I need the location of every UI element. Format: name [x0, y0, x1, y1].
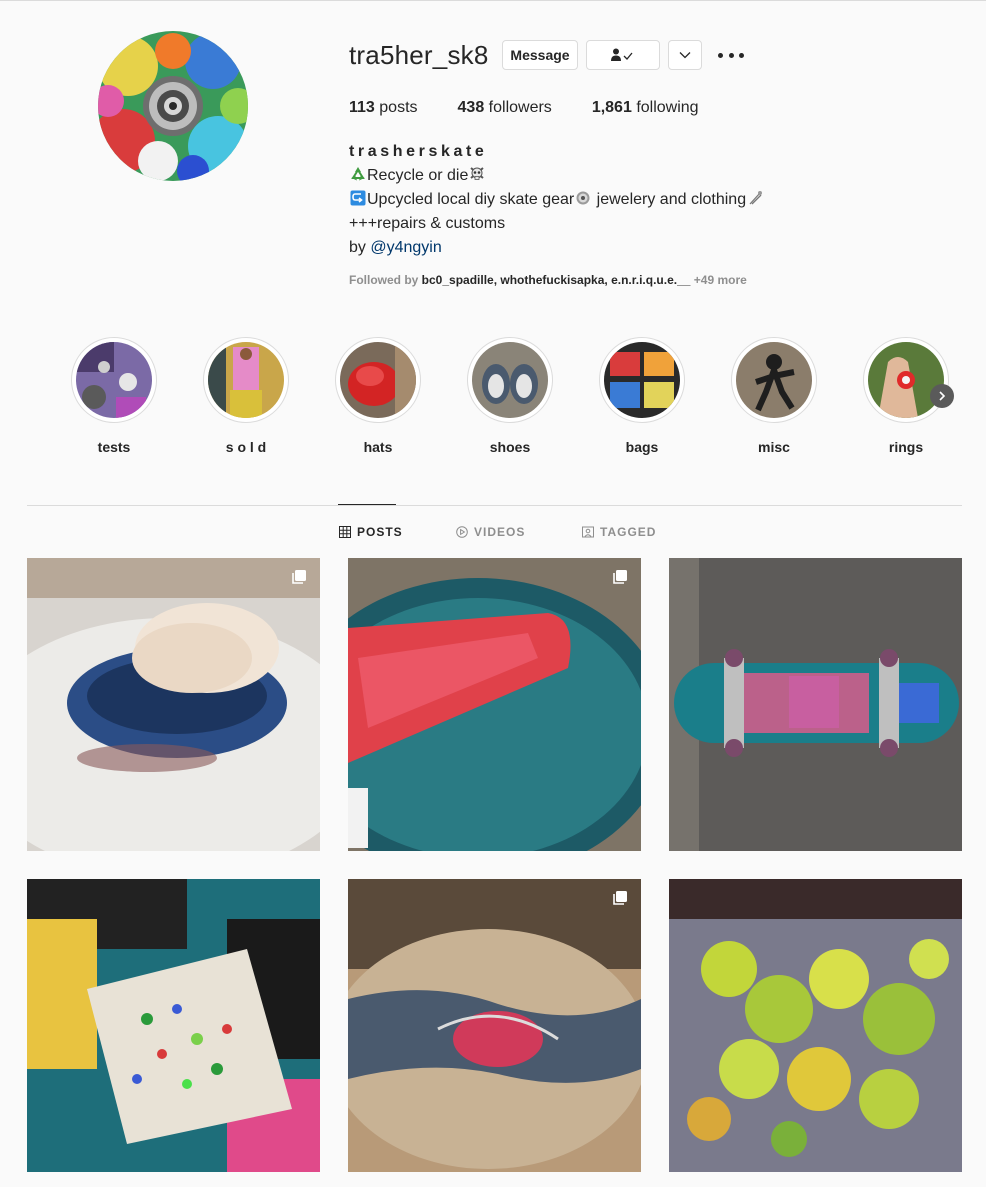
multiple-photos-icon — [613, 891, 627, 905]
highlight-tests[interactable]: tests — [71, 337, 157, 455]
suggested-accounts-button[interactable] — [668, 40, 702, 70]
followers-stat[interactable]: 438 followers — [458, 99, 552, 117]
message-button[interactable]: Message — [502, 40, 578, 70]
highlight-cover — [340, 342, 416, 418]
profile-avatar[interactable] — [98, 31, 248, 181]
safety-pin-icon — [749, 191, 763, 205]
multiple-photos-icon — [613, 570, 627, 584]
profile-username: tra5her_sk8 — [349, 40, 489, 70]
gear-icon — [576, 191, 590, 205]
multiple-photos-icon — [292, 570, 306, 584]
avatar-image — [98, 31, 248, 181]
chevron-down-icon — [679, 52, 691, 59]
highlight-cover — [736, 342, 812, 418]
bio-line-2: Upcycled local diy skate gear jewelery a… — [349, 188, 764, 212]
highlight-label: hats — [363, 439, 393, 455]
highlight-label: bags — [625, 439, 659, 455]
highlight-sold[interactable]: s o l d — [203, 337, 289, 455]
tabs-divider — [27, 505, 962, 506]
top-border — [0, 0, 986, 1]
skull-icon — [470, 167, 485, 180]
post-image — [27, 879, 320, 1172]
highlight-misc[interactable]: misc — [731, 337, 817, 455]
profile-stats: 113 posts 438 followers 1,861 following — [349, 99, 739, 117]
grid-icon — [339, 526, 351, 538]
bio-line-1: Recycle or die — [349, 164, 764, 188]
profile-full-name: trasherskate — [349, 143, 488, 160]
highlight-label: tests — [97, 439, 131, 455]
post-image — [669, 558, 962, 851]
highlight-shoes[interactable]: shoes — [467, 337, 553, 455]
chevron-right-icon — [939, 391, 946, 401]
following-stat[interactable]: 1,861 following — [592, 99, 699, 117]
post-item[interactable] — [27, 558, 320, 851]
tab-videos[interactable]: VIDEOS — [456, 525, 525, 539]
posts-stat: 113 posts — [349, 99, 418, 116]
highlights-next-button[interactable] — [930, 384, 954, 408]
bio-line-3: +++repairs & customs — [349, 215, 506, 232]
recycle-icon — [351, 167, 365, 181]
post-item[interactable] — [27, 879, 320, 1172]
post-image — [27, 558, 320, 851]
highlight-cover — [208, 342, 284, 418]
tab-posts[interactable]: POSTS — [339, 525, 403, 539]
bio-mention-link[interactable]: @y4ngyin — [370, 239, 441, 256]
person-check-icon — [611, 48, 633, 61]
highlight-label: rings — [888, 439, 924, 455]
highlight-cover — [472, 342, 548, 418]
highlight-bags[interactable]: bags — [599, 337, 685, 455]
highlight-cover — [868, 342, 944, 418]
post-item[interactable] — [348, 558, 641, 851]
arrow-icon — [350, 190, 366, 206]
post-image — [669, 879, 962, 1172]
active-tab-indicator — [338, 504, 396, 505]
highlight-cover — [76, 342, 152, 418]
highlight-label: misc — [758, 439, 790, 455]
post-item[interactable] — [348, 879, 641, 1172]
highlight-cover — [604, 342, 680, 418]
profile-bio: trasherskate Recycle or die Upcycled loc… — [349, 140, 764, 260]
post-item[interactable] — [669, 558, 962, 851]
bio-line-4: by @y4ngyin — [349, 239, 442, 256]
post-item[interactable] — [669, 879, 962, 1172]
following-button[interactable] — [586, 40, 660, 70]
play-icon — [456, 526, 468, 538]
post-image — [348, 879, 641, 1172]
tag-icon — [582, 526, 594, 538]
post-image — [348, 558, 641, 851]
followed-by[interactable]: Followed by bc0_spadille, whothefuckisap… — [349, 273, 747, 287]
highlight-label: shoes — [489, 439, 531, 455]
more-icon[interactable] — [718, 46, 744, 64]
tab-tagged[interactable]: TAGGED — [582, 525, 656, 539]
highlight-label: s o l d — [225, 439, 267, 455]
highlight-hats[interactable]: hats — [335, 337, 421, 455]
